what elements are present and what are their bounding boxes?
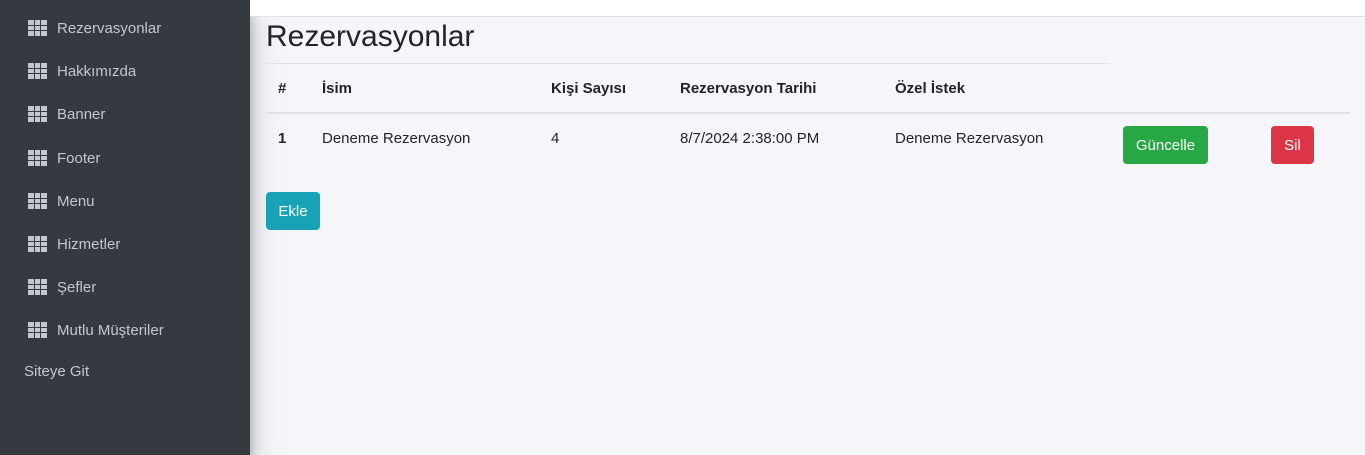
grid-icon <box>28 20 47 36</box>
sidebar-item-label: Hizmetler <box>57 235 121 253</box>
grid-icon <box>28 193 47 209</box>
cell-people: 4 <box>551 130 560 147</box>
sidebar-item-banner[interactable]: Banner <box>28 102 105 126</box>
grid-icon <box>28 150 47 166</box>
delete-button[interactable]: Sil <box>1271 126 1314 164</box>
column-header-name: İsim <box>322 80 353 97</box>
table-top-border <box>266 63 1110 64</box>
column-header-request: Özel İstek <box>895 80 966 97</box>
column-header-number: # <box>278 80 287 97</box>
add-button[interactable]: Ekle <box>266 192 320 230</box>
site-link[interactable]: Siteye Git <box>24 363 89 380</box>
grid-icon <box>28 236 47 252</box>
table-header-border <box>266 112 1350 114</box>
sidebar-item-label: Rezervasyonlar <box>57 19 162 37</box>
column-header-date: Rezervasyon Tarihi <box>680 80 817 97</box>
page-title: Rezervasyonlar <box>266 20 475 53</box>
sidebar-item-label: Şefler <box>57 278 97 296</box>
grid-icon <box>28 106 47 122</box>
sidebar-item-label: Mutlu Müşteriler <box>57 321 164 339</box>
sidebar: Rezervasyonlar Hakkımızda Banner Footer … <box>0 0 250 455</box>
sidebar-item-hakkimizda[interactable]: Hakkımızda <box>28 59 136 83</box>
cell-request: Deneme Rezervasyon <box>895 130 1044 147</box>
sidebar-item-label: Footer <box>57 149 101 167</box>
cell-number: 1 <box>278 130 287 147</box>
sidebar-item-hizmetler[interactable]: Hizmetler <box>28 232 120 256</box>
sidebar-item-rezervasyonlar[interactable]: Rezervasyonlar <box>28 16 161 40</box>
sidebar-item-label: Hakkımızda <box>57 62 137 80</box>
sidebar-item-sefler[interactable]: Şefler <box>28 275 96 299</box>
top-navbar <box>250 0 1365 17</box>
sidebar-item-mutlu-musteriler[interactable]: Mutlu Müşteriler <box>28 318 164 342</box>
column-header-people: Kişi Sayısı <box>551 80 627 97</box>
grid-icon <box>28 279 47 295</box>
sidebar-item-label: Menu <box>57 192 95 210</box>
sidebar-item-footer[interactable]: Footer <box>28 146 100 170</box>
grid-icon <box>28 322 47 338</box>
sidebar-item-menu[interactable]: Menu <box>28 189 95 213</box>
update-button[interactable]: Güncelle <box>1123 126 1208 164</box>
cell-name: Deneme Rezervasyon <box>322 130 471 147</box>
grid-icon <box>28 63 47 79</box>
cell-date: 8/7/2024 2:38:00 PM <box>680 130 820 147</box>
sidebar-item-label: Banner <box>57 105 106 123</box>
